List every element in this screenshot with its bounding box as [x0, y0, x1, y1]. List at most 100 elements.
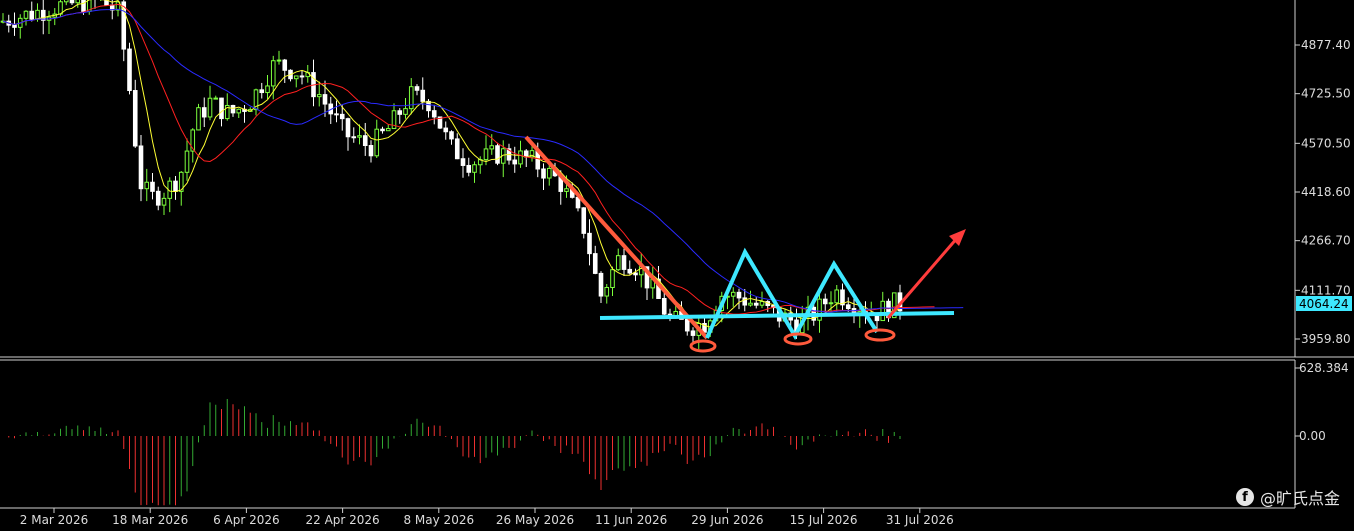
candle-body	[828, 302, 834, 305]
candle-body	[753, 302, 759, 306]
candle-body	[610, 269, 615, 289]
candle-body	[592, 253, 598, 274]
candle-body	[155, 190, 161, 206]
time-tick-label: 26 May 2026	[496, 513, 574, 527]
candle-body	[23, 10, 29, 19]
candle-body	[736, 291, 742, 299]
time-tick-label: 6 Apr 2026	[213, 513, 280, 527]
candle-body	[276, 59, 282, 62]
candle-body	[12, 24, 17, 28]
bottom-marker-2	[783, 332, 813, 346]
candle-body	[196, 107, 201, 131]
candle-body	[587, 232, 592, 255]
candle-body	[58, 1, 63, 15]
candle-body	[339, 113, 345, 120]
candle-body	[403, 108, 408, 115]
candle-body	[495, 145, 500, 164]
candle-body	[598, 272, 604, 297]
neckline	[599, 311, 955, 320]
candle-body	[207, 97, 213, 118]
candle-body	[604, 287, 610, 297]
candle-body	[564, 188, 569, 192]
moving-averages	[2, 0, 964, 328]
candle-body	[362, 135, 368, 147]
candle-body	[385, 128, 391, 132]
candle-body	[414, 86, 420, 91]
candle-body	[236, 108, 242, 114]
watermark-text: @旷氏点金	[1259, 489, 1340, 508]
candle-body	[121, 1, 127, 50]
candle-body	[420, 89, 426, 102]
candle-body	[880, 300, 886, 322]
current-price-label: 4064.24	[1299, 297, 1349, 311]
candle-body	[621, 255, 627, 270]
candle-body	[615, 255, 621, 271]
candle-body	[684, 318, 690, 332]
facebook-icon: f	[1235, 488, 1254, 506]
oscillator-axis: 628.384 0.00	[1295, 361, 1349, 443]
candle-body	[161, 197, 167, 206]
price-chart: 4877.40 4725.50 4570.50 4418.60 4266.70 4111.…	[0, 0, 1354, 527]
candle-body	[144, 181, 150, 190]
candle-body	[454, 138, 460, 160]
time-axis: 2 Mar 2026 18 Mar 2026 6 Apr 2026 22 Apr 20…	[20, 508, 954, 527]
candle-body	[431, 110, 437, 118]
oscillator-histogram	[8, 398, 901, 506]
candle-body	[259, 89, 265, 94]
candle-body	[29, 10, 35, 20]
candle-body	[132, 90, 138, 147]
candle-body	[127, 48, 132, 92]
ma-fast-line	[2, 0, 901, 328]
candle-body	[357, 135, 362, 138]
candle-body	[230, 104, 236, 114]
bottom-marker-1	[689, 339, 717, 353]
candle-body	[581, 207, 587, 234]
candle-body	[730, 291, 736, 297]
time-tick-label: 2 Mar 2026	[20, 513, 88, 527]
candle-body	[443, 127, 449, 133]
candle-body	[483, 148, 489, 161]
candle-body	[466, 164, 472, 173]
candle-body	[316, 94, 322, 98]
candle-body	[293, 75, 299, 80]
candlestick-series	[0, 0, 903, 350]
price-tick-label: 4877.40	[1301, 38, 1351, 52]
candle-body	[213, 97, 219, 100]
time-tick-label: 8 May 2026	[403, 513, 474, 527]
time-tick-label: 31 Jul 2026	[886, 513, 954, 527]
candle-body	[633, 272, 638, 276]
osc-tick-label: 0.00	[1299, 429, 1326, 443]
bottom-marker-3	[864, 328, 896, 342]
candle-body	[489, 145, 495, 150]
time-tick-label: 15 Jul 2026	[790, 513, 858, 527]
candle-body	[150, 181, 155, 192]
candle-body	[759, 301, 765, 306]
price-tick-label: 4418.60	[1301, 185, 1351, 199]
candle-body	[512, 159, 518, 165]
candle-body	[518, 150, 523, 165]
time-tick-label: 29 Jun 2026	[691, 513, 763, 527]
candle-body	[449, 131, 454, 140]
candle-body	[345, 118, 351, 138]
candle-body	[426, 100, 431, 112]
candle-body	[334, 113, 339, 116]
candle-body	[661, 297, 667, 315]
candle-body	[834, 289, 840, 304]
candle-body	[173, 180, 178, 192]
watermark: f @旷氏点金	[1235, 485, 1340, 509]
candle-body	[368, 145, 374, 157]
time-tick-label: 18 Mar 2026	[112, 513, 188, 527]
candle-body	[81, 0, 86, 12]
candle-body	[35, 9, 40, 20]
price-tick-label: 3959.80	[1301, 332, 1351, 346]
candle-body	[138, 145, 144, 190]
time-tick-label: 22 Apr 2026	[305, 513, 379, 527]
price-tick-label: 4111.70	[1301, 283, 1351, 297]
candle-body	[374, 128, 380, 157]
candle-body	[219, 97, 224, 120]
candle-body	[472, 164, 477, 173]
candle-body	[282, 59, 288, 71]
candle-body	[201, 107, 207, 118]
candle-body	[627, 268, 633, 274]
candle-body	[351, 136, 357, 139]
